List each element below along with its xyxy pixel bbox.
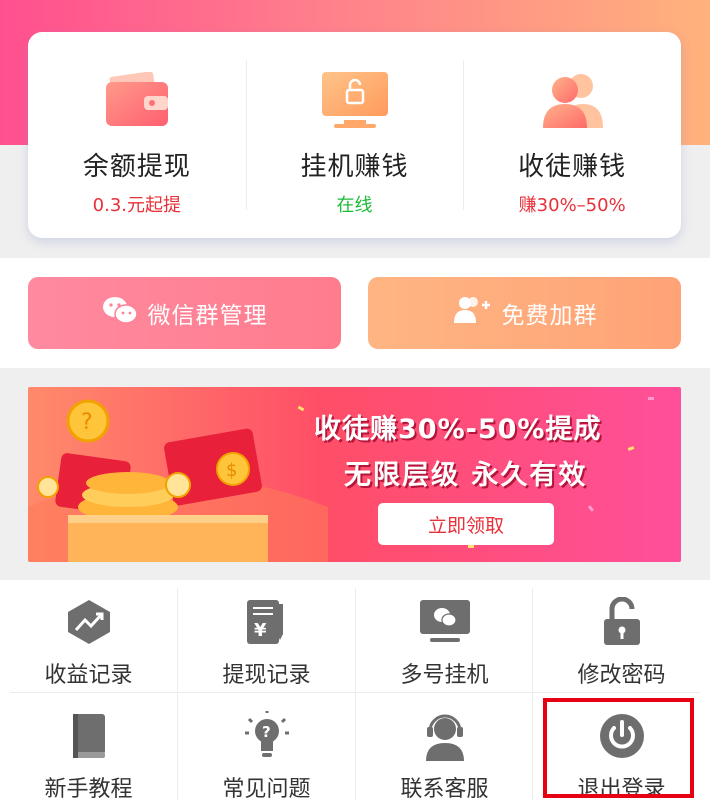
- confetti: [468, 545, 474, 548]
- grid-item-customer-service[interactable]: 联系客服: [356, 697, 533, 800]
- wallet-icon: [97, 68, 177, 132]
- stat-title: 挂机赚钱: [300, 152, 409, 182]
- wechat-monitor-icon: [417, 597, 473, 647]
- grid-item-label: 收益记录: [44, 663, 133, 688]
- grid-item-label: 新手教程: [44, 777, 133, 800]
- stat-title: 余额提现: [82, 152, 191, 182]
- grid-item-tutorial[interactable]: 新手教程: [0, 697, 177, 800]
- svg-text:¥: ¥: [254, 620, 267, 641]
- grid-item-label: 修改密码: [577, 663, 666, 688]
- confetti: [648, 397, 654, 400]
- wechat-group-label: 微信群管理: [147, 303, 268, 329]
- headset-agent-icon: [417, 711, 473, 761]
- svg-text:?: ?: [262, 723, 271, 741]
- grid-item-label: 常见问题: [222, 777, 311, 800]
- withdraw-receipt-icon: ¥: [239, 597, 295, 647]
- grid-item-change-password[interactable]: 修改密码: [533, 583, 710, 695]
- earnings-chart-icon: [61, 597, 117, 647]
- stat-idle-earn[interactable]: 挂机赚钱 在线: [245, 32, 464, 238]
- confetti: [627, 446, 635, 451]
- stats-card: 余额提现 0.3.元起提 挂机赚钱 在线 收徒赚钱 赚30%–50%: [28, 32, 681, 238]
- promo-banner[interactable]: ? $ 收徒赚30%-50%提成 无限层级 永久有效 立即领取: [28, 387, 681, 562]
- users-icon: [532, 68, 612, 132]
- monitor-lock-icon: [315, 68, 395, 132]
- grid-item-withdraw-record[interactable]: ¥ 提现记录: [178, 583, 355, 695]
- free-join-button[interactable]: 免费加群: [368, 277, 681, 349]
- stat-subtitle: 0.3.元起提: [92, 195, 182, 216]
- claim-now-button[interactable]: 立即领取: [378, 503, 554, 545]
- svg-text:$: $: [226, 460, 237, 481]
- stat-title: 收徒赚钱: [518, 152, 627, 182]
- grid-item-earnings-record[interactable]: 收益记录: [0, 583, 177, 695]
- red-envelope-coins-illustration: ? $: [28, 399, 328, 562]
- grid-item-label: 提现记录: [222, 663, 311, 688]
- banner-headline: 收徒赚30%-50%提成: [314, 414, 602, 445]
- wechat-icon: [102, 295, 138, 331]
- book-icon: [61, 711, 117, 761]
- lightbulb-question-icon: ?: [239, 711, 295, 761]
- stat-recruit-earn[interactable]: 收徒赚钱 赚30%–50%: [463, 32, 681, 238]
- confetti: [587, 505, 595, 512]
- stat-subtitle: 在线: [336, 195, 373, 216]
- unlock-icon: [594, 597, 650, 647]
- grid-item-label: 联系客服: [400, 777, 489, 800]
- grid-item-faq[interactable]: ? 常见问题: [178, 697, 355, 800]
- stat-subtitle: 赚30%–50%: [518, 195, 626, 216]
- grid-item-label: 多号挂机: [400, 663, 489, 688]
- add-user-icon: [452, 295, 492, 331]
- logout-highlight-box: [543, 698, 694, 798]
- free-join-label: 免费加群: [501, 303, 598, 329]
- grid-item-multi-account[interactable]: 多号挂机: [356, 583, 533, 695]
- wechat-group-button[interactable]: 微信群管理: [28, 277, 341, 349]
- stat-withdraw-balance[interactable]: 余额提现 0.3.元起提: [28, 32, 246, 238]
- banner-subheadline: 无限层级 永久有效: [344, 460, 588, 491]
- svg-text:?: ?: [81, 410, 93, 435]
